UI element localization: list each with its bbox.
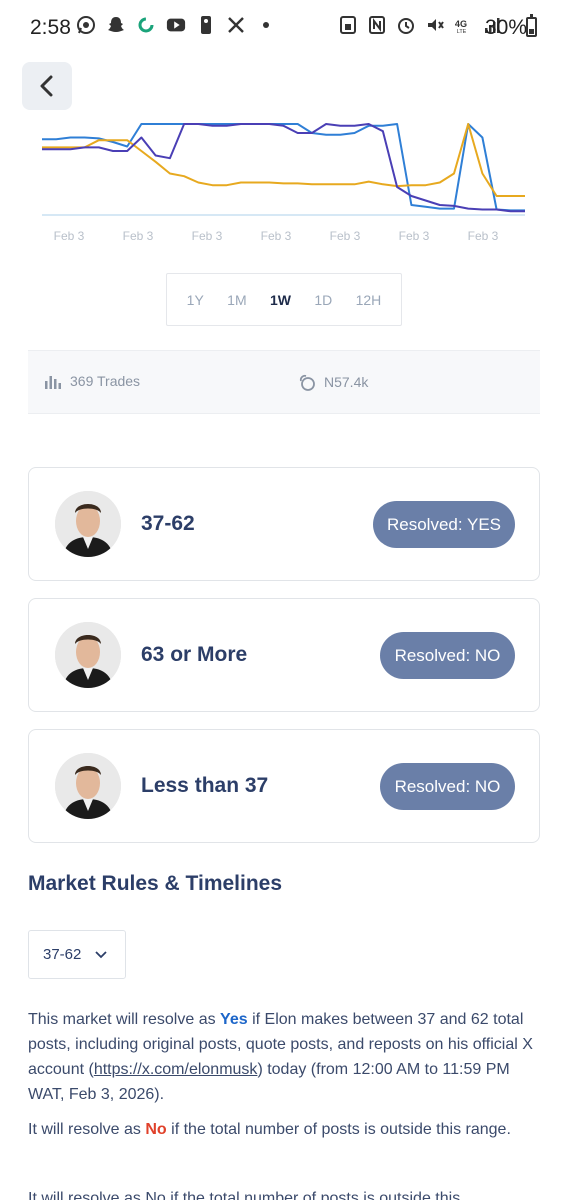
market-stats: 369 Trades N57.4k [28,350,540,414]
mute-icon [425,15,445,35]
resolved-status-button[interactable]: Resolved: NO [380,632,515,679]
battery-icon [526,14,537,37]
x-icon [226,15,246,35]
resolved-status-button[interactable]: Resolved: YES [373,501,515,548]
dot-icon [256,15,276,35]
youtube-icon [166,15,186,35]
outcome-label: 63 or More [141,643,248,666]
alarm-icon [396,15,416,35]
coins-icon [299,374,315,391]
outcome-card[interactable]: 37-62 Resolved: YES [28,467,540,581]
back-button[interactable] [22,62,72,110]
x-tick-label: Feb 3 [330,229,361,243]
trades-count: 369 Trades [70,373,141,389]
range-option-1w[interactable]: 1W [270,292,291,308]
rules-paragraph: This market will resolve as Yes if Elon … [28,1011,533,1103]
avatar [55,491,121,557]
rules-paragraph: It will resolve as No if the total numbe… [28,1121,511,1138]
x-tick-label: Feb 3 [399,229,430,243]
outcome-card[interactable]: Less than 37 Resolved: NO [28,729,540,843]
resolved-status-button[interactable]: Resolved: NO [380,763,515,810]
range-option-1y[interactable]: 1Y [187,292,204,308]
volume-stat: N57.4k [298,373,368,391]
range-option-1m[interactable]: 1M [227,292,246,308]
svg-text:4G: 4G [455,19,467,29]
series-line-1 [42,123,525,197]
bar-chart-icon [45,376,61,389]
avatar [55,622,121,688]
price-chart[interactable]: Feb 3 Feb 3 Feb 3 Feb 3 Feb 3 Feb 3 Feb 3 [0,120,568,255]
whatsapp-icon [76,15,96,35]
yes-keyword: Yes [220,1011,248,1028]
rules-title: Market Rules & Timelines [28,872,283,895]
save-icon [338,15,358,35]
series-line-0 [42,123,525,212]
trades-stat: 369 Trades [44,373,140,389]
snapchat-icon [106,15,126,35]
chevron-left-icon [40,75,53,97]
battery-percent: 30% [485,16,528,39]
chevron-down-icon [95,950,108,958]
time-range-selector: 1Y 1M 1W 1D 12H [166,273,402,326]
avatar [55,753,121,819]
elon-x-link[interactable]: https://x.com/elonmusk [94,1061,258,1078]
sync-icon [136,15,156,35]
nba-icon [196,15,216,35]
rules-paragraph-cut: It will resolve as No if the total numbe… [28,1190,461,1200]
nfc-icon [367,15,387,35]
status-time: 2:58 [30,16,71,39]
no-keyword: No [145,1121,167,1138]
outcome-select-value: 37-62 [43,946,82,963]
system-icons: 4G LTE [338,15,503,35]
status-bar: 2:58 4G LTE 30% [0,0,568,56]
outcome-label: Less than 37 [141,774,269,797]
x-tick-label: Feb 3 [261,229,292,243]
x-tick-label: Feb 3 [54,229,85,243]
outcome-card[interactable]: 63 or More Resolved: NO [28,598,540,712]
4g-icon: 4G LTE [454,15,474,35]
notification-icons [76,15,276,35]
x-tick-label: Feb 3 [468,229,499,243]
svg-text:LTE: LTE [457,29,467,35]
range-option-1d[interactable]: 1D [314,292,332,308]
outcome-label: 37-62 [141,512,195,535]
outcome-select[interactable]: 37-62 [28,930,126,979]
x-tick-label: Feb 3 [123,229,154,243]
range-option-12h[interactable]: 12H [356,292,382,308]
volume-amount: N57.4k [324,374,369,390]
x-tick-label: Feb 3 [192,229,223,243]
series-line-2 [42,123,525,213]
